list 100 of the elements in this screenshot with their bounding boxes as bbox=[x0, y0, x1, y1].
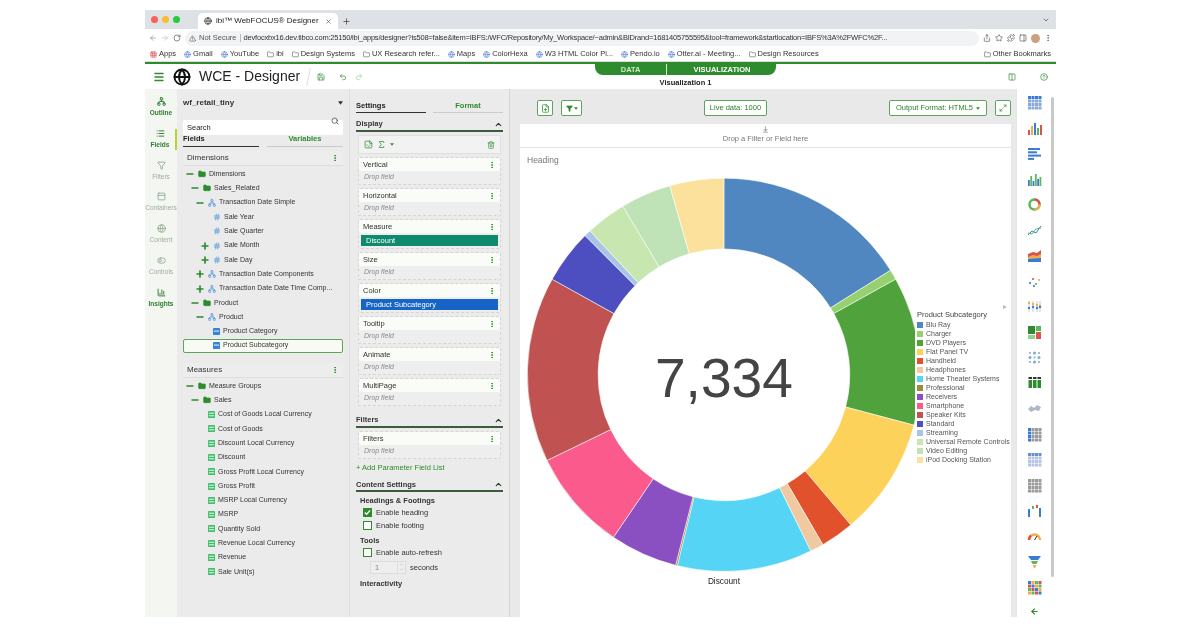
bubble-grid-icon[interactable] bbox=[1026, 350, 1042, 365]
donut-slice[interactable] bbox=[779, 482, 824, 552]
grid-icon[interactable] bbox=[1026, 477, 1042, 493]
rail-icon bbox=[156, 287, 166, 297]
close-icon[interactable] bbox=[325, 17, 332, 25]
donut-slice[interactable] bbox=[584, 230, 639, 286]
new-tab-icon[interactable] bbox=[342, 17, 351, 26]
donut-slice[interactable] bbox=[551, 235, 636, 314]
maximize-window-control[interactable] bbox=[173, 16, 180, 23]
more-icon[interactable] bbox=[488, 381, 496, 390]
drop-arrow-icon bbox=[762, 126, 769, 134]
warning-icon bbox=[189, 34, 196, 42]
search-icon[interactable] bbox=[331, 116, 339, 125]
checkbox[interactable] bbox=[363, 508, 372, 518]
expand-icon[interactable] bbox=[200, 254, 210, 265]
donut-chart-icon[interactable] bbox=[1026, 197, 1042, 212]
heatmap-icon[interactable] bbox=[1026, 579, 1042, 595]
data-grid-icon[interactable] bbox=[1026, 452, 1042, 467]
folder-icon bbox=[362, 50, 370, 58]
collapse-arrow-icon[interactable] bbox=[1029, 607, 1039, 616]
legend-pager-icon[interactable] bbox=[1003, 305, 1007, 310]
menu-icon[interactable] bbox=[153, 70, 165, 83]
more-icon[interactable] bbox=[488, 286, 496, 295]
more-icon[interactable] bbox=[488, 191, 496, 200]
donut-slice[interactable] bbox=[723, 177, 891, 308]
scrollbar[interactable] bbox=[1051, 97, 1054, 577]
donut-slice[interactable] bbox=[613, 478, 694, 566]
expand-button[interactable] bbox=[995, 100, 1011, 116]
more-icon[interactable] bbox=[488, 319, 496, 328]
pivot-table-icon[interactable] bbox=[1026, 426, 1042, 442]
funnel-icon[interactable] bbox=[1026, 554, 1042, 569]
table-icon[interactable] bbox=[1026, 95, 1042, 110]
rail-icon bbox=[155, 128, 165, 138]
browser-tab[interactable]: ibi™ WebFOCUS® Designer bbox=[198, 13, 338, 29]
donut-slice[interactable] bbox=[677, 487, 812, 572]
add-page-icon bbox=[540, 103, 550, 113]
donut-slice[interactable] bbox=[546, 429, 654, 538]
note-icon[interactable] bbox=[364, 140, 373, 149]
waterfall-chart-icon[interactable] bbox=[1026, 503, 1042, 518]
measure-icon bbox=[208, 439, 215, 447]
measure-icon bbox=[208, 554, 215, 562]
donut-slice[interactable] bbox=[830, 269, 896, 314]
caret-icon bbox=[976, 106, 980, 110]
save-icon[interactable] bbox=[317, 72, 326, 81]
column-chart-icon[interactable] bbox=[1026, 171, 1042, 187]
donut-slice[interactable] bbox=[589, 205, 660, 283]
reload-icon[interactable] bbox=[173, 34, 181, 42]
more-icon[interactable] bbox=[488, 350, 496, 359]
bookmark-star-icon[interactable] bbox=[995, 34, 1003, 42]
help-icon[interactable] bbox=[1040, 72, 1048, 81]
section-title: Measures bbox=[187, 363, 223, 376]
tab-title: ibi™ WebFOCUS® Designer bbox=[216, 15, 320, 27]
more-icon[interactable] bbox=[488, 255, 496, 264]
more-icon[interactable] bbox=[331, 365, 339, 374]
expand-icon[interactable] bbox=[200, 240, 210, 251]
more-icon[interactable] bbox=[488, 160, 496, 169]
back-icon[interactable] bbox=[149, 34, 157, 42]
area-chart-icon[interactable] bbox=[1026, 248, 1042, 263]
donut-slice[interactable] bbox=[833, 278, 915, 426]
folder-icon bbox=[198, 382, 206, 390]
caret-icon bbox=[573, 106, 578, 110]
donut-slice[interactable] bbox=[527, 278, 615, 461]
box-plot-icon[interactable] bbox=[1026, 375, 1042, 391]
donut-slice[interactable] bbox=[804, 406, 915, 525]
undo-icon[interactable] bbox=[339, 72, 348, 81]
layout-icon[interactable] bbox=[1008, 72, 1016, 81]
close-window-control[interactable] bbox=[151, 16, 158, 23]
hash-icon bbox=[213, 213, 221, 222]
sigma-icon[interactable] bbox=[377, 140, 386, 149]
checkbox[interactable] bbox=[363, 521, 372, 531]
tab-list-icon[interactable] bbox=[1042, 16, 1050, 24]
total-value: 7,334 bbox=[654, 346, 793, 409]
expand-icon[interactable] bbox=[195, 269, 205, 280]
hierarchy-icon bbox=[208, 313, 216, 322]
measure-icon bbox=[208, 482, 215, 490]
donut-slice[interactable] bbox=[786, 470, 852, 545]
trash-icon[interactable] bbox=[487, 140, 495, 149]
caret-icon[interactable] bbox=[338, 101, 343, 105]
extensions-icon[interactable] bbox=[1007, 34, 1015, 42]
more-icon[interactable] bbox=[488, 222, 496, 231]
hash-icon bbox=[213, 241, 221, 250]
add-page-button[interactable] bbox=[537, 100, 553, 116]
side-panel-icon[interactable] bbox=[1019, 34, 1027, 42]
filter-button[interactable] bbox=[561, 100, 582, 116]
site-icon bbox=[621, 50, 629, 58]
horizontal-bar-chart-icon[interactable] bbox=[1026, 146, 1042, 161]
measure-icon bbox=[208, 568, 215, 576]
site-icon bbox=[535, 50, 543, 58]
checkbox[interactable] bbox=[363, 548, 372, 558]
bar-chart-icon[interactable] bbox=[1026, 120, 1042, 136]
expand-icon[interactable] bbox=[195, 283, 205, 294]
globe-icon bbox=[204, 17, 212, 25]
more-icon[interactable] bbox=[331, 154, 339, 162]
profile-avatar[interactable] bbox=[1031, 33, 1040, 43]
browser-menu-icon[interactable] bbox=[1044, 34, 1052, 42]
treemap-icon[interactable] bbox=[1026, 324, 1042, 340]
dimension-icon bbox=[213, 327, 220, 335]
share-icon[interactable] bbox=[983, 34, 991, 42]
data-source-name[interactable]: wf_retail_tiny bbox=[183, 97, 235, 109]
more-icon[interactable] bbox=[488, 434, 496, 443]
